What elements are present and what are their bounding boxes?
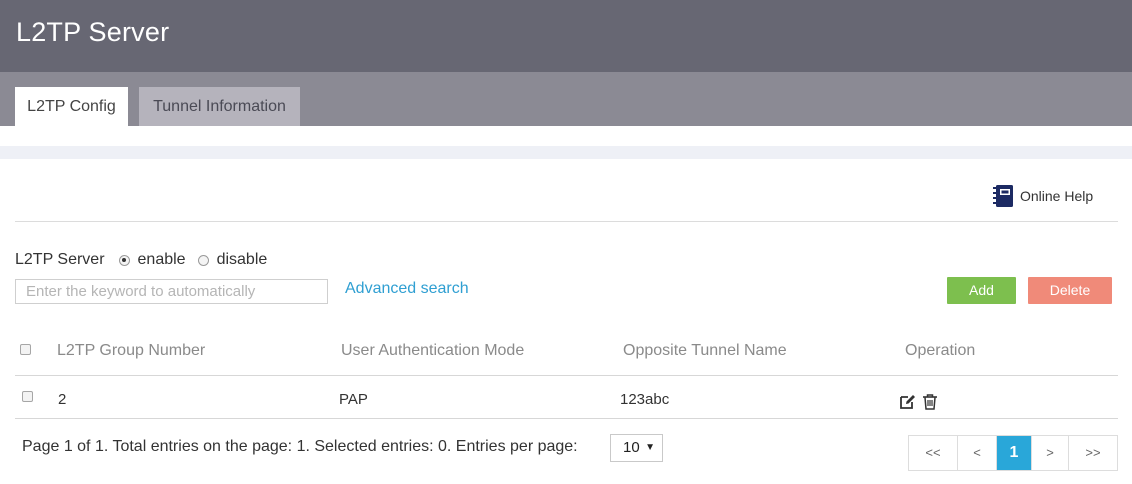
column-header-auth-mode: User Authentication Mode bbox=[341, 342, 525, 359]
online-help-link[interactable]: Online Help bbox=[993, 184, 1093, 208]
first-page-button[interactable]: << bbox=[909, 436, 958, 470]
l2tp-server-toggle: L2TP Server enable disable bbox=[15, 249, 279, 271]
row-checkbox[interactable] bbox=[22, 391, 33, 402]
tab-l2tp-config[interactable]: L2TP Config bbox=[15, 87, 128, 126]
enable-label: enable bbox=[137, 251, 186, 268]
divider bbox=[15, 221, 1118, 222]
delete-button[interactable]: Delete bbox=[1028, 277, 1112, 304]
pagination: << < 1 > >> bbox=[908, 435, 1118, 471]
enable-option[interactable]: enable bbox=[118, 251, 192, 269]
edit-icon[interactable] bbox=[899, 393, 916, 410]
cell-tunnel-name: 123abc bbox=[620, 391, 670, 408]
disable-radio[interactable] bbox=[197, 254, 209, 266]
caret-down-icon: ▼ bbox=[645, 442, 655, 453]
add-button[interactable]: Add bbox=[947, 277, 1016, 304]
cell-group-number: 2 bbox=[58, 391, 67, 408]
row-operations bbox=[899, 393, 944, 410]
tab-tunnel-information[interactable]: Tunnel Information bbox=[139, 87, 300, 126]
notebook-icon bbox=[993, 185, 1013, 207]
entries-per-page-value: 10 bbox=[623, 439, 640, 456]
column-header-group-number: L2TP Group Number bbox=[57, 342, 206, 359]
column-header-tunnel-name: Opposite Tunnel Name bbox=[623, 342, 787, 359]
enable-radio[interactable] bbox=[118, 254, 130, 266]
disable-label: disable bbox=[216, 251, 268, 268]
disable-option[interactable]: disable bbox=[197, 251, 274, 269]
page-1-button[interactable]: 1 bbox=[997, 436, 1032, 470]
select-all-checkbox[interactable] bbox=[20, 344, 31, 355]
section-divider-strip bbox=[0, 146, 1132, 159]
tab-bar: L2TP Config Tunnel Information bbox=[0, 72, 1132, 126]
advanced-search-link[interactable]: Advanced search bbox=[345, 280, 469, 298]
prev-page-button[interactable]: < bbox=[958, 436, 997, 470]
online-help-label: Online Help bbox=[1020, 188, 1094, 204]
table-bottom-divider bbox=[15, 418, 1118, 419]
page-title: L2TP Server bbox=[16, 17, 170, 47]
pagination-info: Page 1 of 1. Total entries on the page: … bbox=[22, 438, 578, 455]
l2tp-server-label: L2TP Server bbox=[15, 251, 105, 268]
last-page-button[interactable]: >> bbox=[1069, 436, 1117, 470]
search-input[interactable] bbox=[15, 279, 328, 304]
page-header: L2TP Server bbox=[0, 0, 1132, 72]
column-header-operation: Operation bbox=[905, 342, 976, 359]
table-header-divider bbox=[15, 375, 1118, 376]
next-page-button[interactable]: > bbox=[1032, 436, 1069, 470]
trash-icon[interactable] bbox=[922, 393, 938, 410]
entries-per-page-select[interactable]: 10 ▼ bbox=[610, 434, 663, 462]
cell-auth-mode: PAP bbox=[339, 391, 368, 408]
